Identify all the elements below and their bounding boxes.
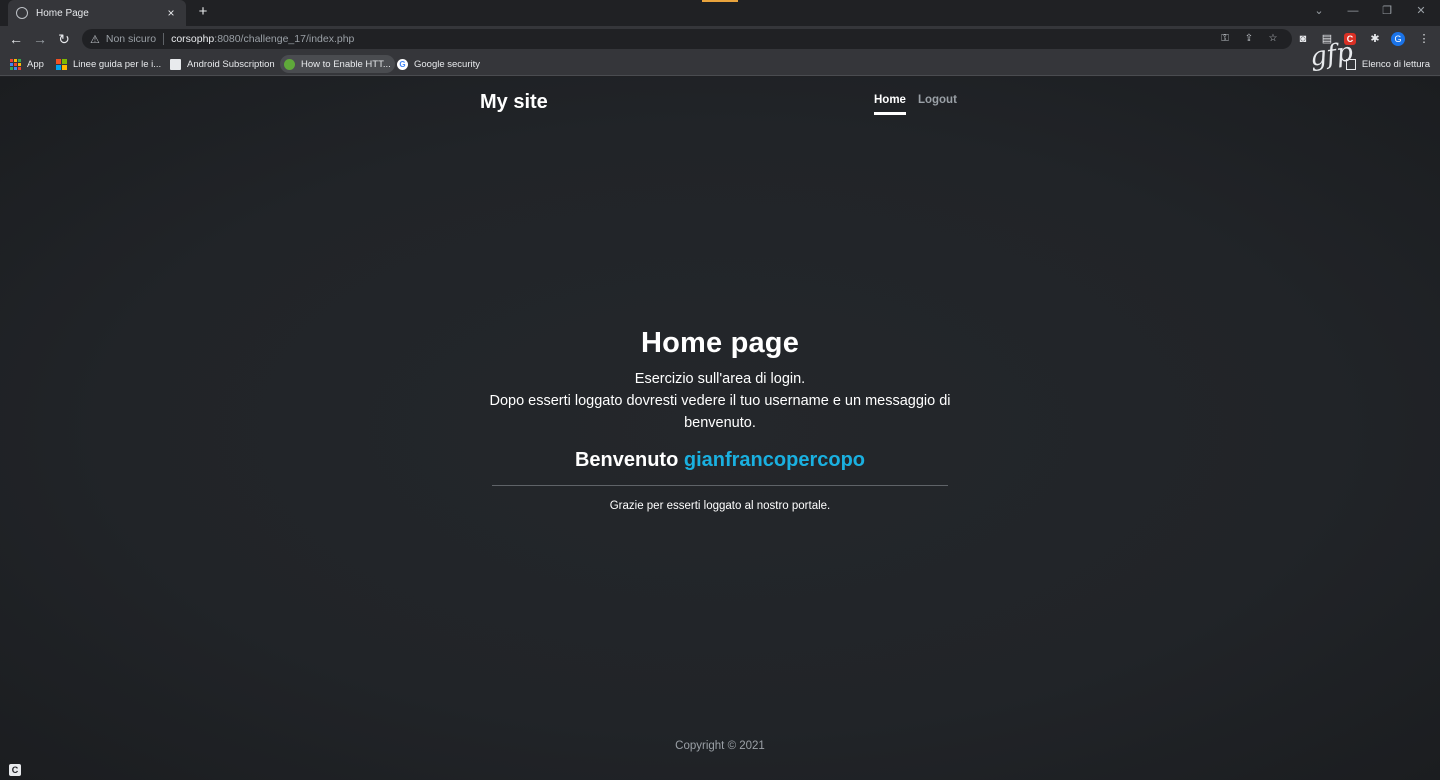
forward-button[interactable]: →: [30, 30, 50, 48]
tab-strip: Home Page × + ⌄ — ❐ ✕: [0, 0, 1440, 26]
bookmark-apps[interactable]: App: [6, 55, 48, 73]
key-icon[interactable]: ⚿: [1218, 33, 1232, 45]
url-host: corsophp: [171, 33, 215, 45]
url-path: :8080/challenge_17/index.php: [214, 33, 355, 45]
security-label[interactable]: Non sicuro: [106, 33, 156, 45]
bookmark-android-subscription[interactable]: Android Subscription: [166, 55, 279, 73]
omnibox-separator: [163, 33, 165, 45]
site-icon: [284, 58, 295, 70]
welcome-prefix: Benvenuto: [574, 449, 684, 471]
bookmark-label: App: [27, 58, 44, 70]
intro-line-2: Dopo esserti loggato dovresti vedere il …: [489, 393, 951, 431]
extensions-puzzle-icon[interactable]: ✱: [1367, 31, 1383, 47]
bookmark-label: Linee guida per le i...: [73, 58, 162, 70]
page-title: Home page: [640, 327, 800, 359]
tab-close-button[interactable]: ×: [164, 6, 178, 20]
bookmarks-bar: App Linee guida per le i... Android Subs…: [0, 52, 1440, 76]
nav-logout-link[interactable]: Logout: [918, 94, 957, 115]
back-button[interactable]: ←: [6, 30, 26, 48]
intro-line-1: Esercizio sull'area di login.: [634, 371, 806, 387]
status-c-icon: C: [9, 764, 21, 776]
site-nav: Home Logout: [874, 94, 957, 115]
restore-button[interactable]: ❐: [1370, 0, 1404, 26]
watermark-logo: gfp: [1308, 37, 1355, 73]
globe-icon: [16, 7, 28, 19]
browser-toolbar: ← → ↻ ⚠ Non sicuro corsophp :8080/challe…: [0, 26, 1440, 52]
page-content: My site Home Logout Home page Esercizio …: [0, 77, 1440, 780]
tab-home-page[interactable]: Home Page ×: [8, 0, 186, 26]
hero-section: Home page Esercizio sull'area di login. …: [470, 327, 970, 434]
microsoft-icon: [56, 58, 67, 70]
reading-list-label: Elenco di lettura: [1361, 58, 1430, 70]
warning-icon: ⚠: [90, 33, 100, 46]
menu-dots-icon[interactable]: ⋮: [1416, 31, 1432, 47]
profile-avatar[interactable]: G: [1391, 32, 1405, 46]
reload-button[interactable]: ↻: [54, 30, 74, 48]
thanks-message: Grazie per esserti loggato al nostro por…: [609, 500, 831, 512]
bookmark-linee-guida[interactable]: Linee guida per le i...: [52, 55, 165, 73]
bookmark-label: Google security: [414, 58, 481, 70]
footer-copyright: Copyright © 2021: [675, 740, 765, 752]
bookmark-google-security[interactable]: G Google security: [393, 55, 484, 73]
username: gianfrancopercopo: [683, 449, 866, 471]
close-window-button[interactable]: ✕: [1404, 0, 1438, 26]
minimize-button[interactable]: —: [1336, 0, 1370, 26]
nav-home-link[interactable]: Home: [874, 94, 906, 115]
new-tab-button[interactable]: +: [194, 3, 212, 21]
bookmark-label: Android Subscription: [187, 58, 275, 70]
share-icon[interactable]: ⇪: [1242, 33, 1256, 45]
site-brand[interactable]: My site: [480, 91, 548, 114]
tab-search-icon[interactable]: ⌄: [1302, 0, 1336, 26]
window-accent-mark: [702, 0, 738, 2]
tab-title: Home Page: [36, 7, 89, 19]
document-icon: [170, 58, 181, 70]
intro-text: Esercizio sull'area di login. Dopo esser…: [470, 368, 970, 434]
bookmark-how-to-enable[interactable]: How to Enable HTT...: [280, 55, 395, 73]
address-bar[interactable]: ⚠ Non sicuro corsophp :8080/challenge_17…: [82, 29, 1292, 49]
welcome-heading: Benvenuto gianfrancopercopo: [470, 449, 970, 472]
google-icon: G: [397, 58, 408, 70]
star-icon[interactable]: ☆: [1266, 33, 1280, 45]
bookmark-label: How to Enable HTT...: [301, 58, 391, 70]
reading-list-button[interactable]: Elenco di lettura: [1345, 55, 1430, 73]
apps-grid-icon: [10, 58, 21, 70]
divider: [492, 485, 948, 486]
